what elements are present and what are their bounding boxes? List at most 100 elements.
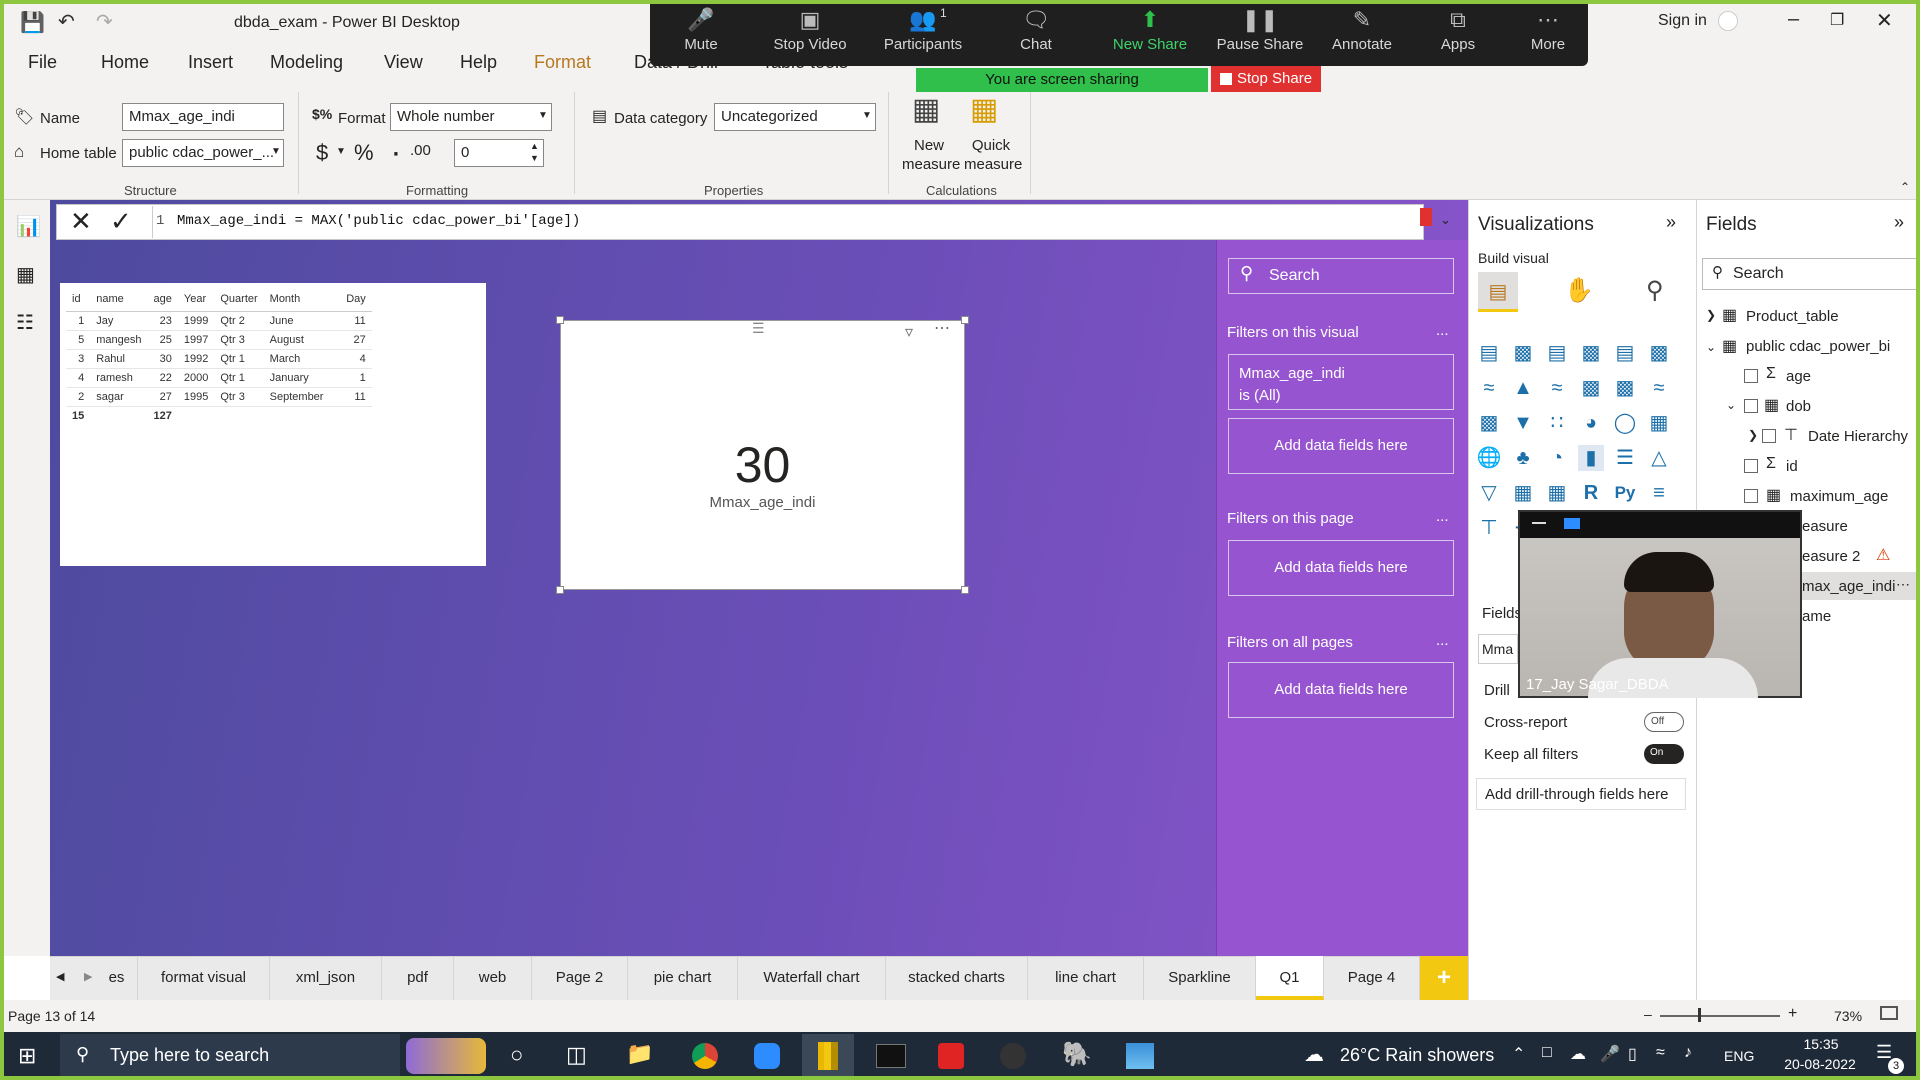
dob-checkbox[interactable]: [1744, 399, 1758, 413]
quick-measure-icon[interactable]: ▦: [970, 92, 998, 127]
zoom-in-button[interactable]: +: [1788, 1005, 1797, 1023]
file-explorer-icon[interactable]: 📁: [626, 1041, 653, 1067]
decomposition-tree-icon[interactable]: ⊤: [1476, 515, 1502, 541]
menu-home[interactable]: Home: [101, 52, 149, 73]
resize-handle[interactable]: [556, 316, 564, 324]
participants-button[interactable]: 👥 Participants: [873, 0, 973, 66]
webcam-window[interactable]: 17_Jay Sagar_DBDA: [1518, 510, 1802, 698]
column-header[interactable]: Year: [177, 289, 215, 312]
pause-share-button[interactable]: ❚❚ Pause Share: [1210, 0, 1310, 66]
maximum-age-checkbox[interactable]: [1744, 489, 1758, 503]
ribbon-line-icon[interactable]: ≈: [1646, 375, 1672, 401]
apps-button[interactable]: ⧉ Apps: [1408, 0, 1508, 66]
chrome-icon[interactable]: [692, 1043, 718, 1069]
tab-format-visual[interactable]: format visual: [138, 956, 270, 1000]
more-button[interactable]: ⋯ More: [1498, 0, 1598, 66]
line-chart-icon[interactable]: ≈: [1476, 375, 1502, 401]
field-age[interactable]: age: [1786, 368, 1811, 385]
minimize-icon[interactable]: –: [1788, 8, 1799, 31]
app-icon[interactable]: [1000, 1043, 1026, 1069]
percent-button[interactable]: %: [354, 140, 374, 166]
battery-icon[interactable]: ▯: [1628, 1044, 1637, 1064]
resize-handle[interactable]: [961, 586, 969, 594]
add-visual-filter-dropzone[interactable]: Add data fields here: [1228, 418, 1454, 474]
add-page-filter-dropzone[interactable]: Add data fields here: [1228, 540, 1454, 596]
line-column-icon[interactable]: ▩: [1578, 375, 1604, 401]
zoom-out-button[interactable]: –: [1644, 1006, 1652, 1022]
new-measure-button[interactable]: New measure: [902, 136, 960, 174]
sign-in-link[interactable]: Sign in: [1658, 12, 1707, 30]
resize-handle[interactable]: [556, 586, 564, 594]
matrix-icon[interactable]: ▦: [1544, 480, 1570, 506]
tab-stacked-charts[interactable]: stacked charts: [886, 956, 1028, 1000]
tab-page-2[interactable]: Page 2: [532, 956, 628, 1000]
keep-all-filters-toggle[interactable]: On: [1644, 744, 1684, 764]
gauge-icon[interactable]: ◔: [1544, 445, 1570, 471]
column-header[interactable]: Quarter: [214, 289, 264, 312]
tab-q1[interactable]: Q1: [1256, 956, 1324, 1000]
id-checkbox[interactable]: [1744, 459, 1758, 473]
chevron-down-icon[interactable]: ⌄: [1726, 398, 1736, 412]
100-column-icon[interactable]: ▩: [1646, 340, 1672, 366]
column-header[interactable]: age: [147, 289, 178, 312]
column-header[interactable]: Day: [340, 289, 372, 312]
video-tile-icon[interactable]: [1564, 518, 1580, 529]
field-date-hierarchy[interactable]: Date Hierarchy: [1808, 428, 1908, 445]
postgres-icon[interactable]: 🐘: [1062, 1040, 1092, 1069]
cortana-icon[interactable]: ○: [510, 1042, 523, 1068]
field-table-cdac[interactable]: public cdac_power_bi: [1746, 338, 1890, 355]
model-view-icon[interactable]: ☷: [16, 310, 34, 335]
menu-format[interactable]: Format: [534, 52, 591, 73]
zoom-slider[interactable]: [1660, 1015, 1780, 1017]
pie-icon[interactable]: ◕: [1578, 410, 1604, 436]
chat-button[interactable]: 🗨 Chat: [986, 0, 1086, 66]
menu-help[interactable]: Help: [460, 52, 497, 73]
close-icon[interactable]: ✕: [1876, 8, 1893, 33]
column-header[interactable]: name: [90, 289, 148, 312]
date-hierarchy-checkbox[interactable]: [1762, 429, 1776, 443]
donut-icon[interactable]: ◯: [1612, 410, 1638, 436]
zoom-app-icon[interactable]: [754, 1043, 780, 1069]
field-id[interactable]: id: [1786, 458, 1798, 475]
scatter-icon[interactable]: ∷: [1544, 410, 1570, 436]
analytics-tab-icon[interactable]: ⚲: [1646, 276, 1664, 305]
card-icon[interactable]: ▮: [1578, 445, 1604, 471]
name-input[interactable]: Mmax_age_indi: [122, 103, 284, 131]
funnel-icon[interactable]: ▼: [1510, 410, 1536, 436]
filter-card[interactable]: Mmax_age_indi is (All): [1228, 354, 1454, 410]
clock-time[interactable]: 15:35: [1786, 1036, 1856, 1052]
stacked-column-icon[interactable]: ▩: [1510, 340, 1536, 366]
ribbon-chart-icon[interactable]: ▩: [1612, 375, 1638, 401]
acrobat-icon[interactable]: [938, 1043, 964, 1069]
chevron-right-icon[interactable]: ❯: [1748, 428, 1758, 442]
cancel-formula-icon[interactable]: ✕: [70, 206, 92, 237]
build-visual-tab-icon[interactable]: ▤: [1478, 272, 1518, 312]
network-icon[interactable]: □: [1542, 1044, 1552, 1062]
more-options-icon[interactable]: ⋯: [1896, 576, 1910, 593]
undo-icon[interactable]: ↶: [58, 9, 75, 34]
stacked-bar-icon[interactable]: ▤: [1476, 340, 1502, 366]
stepper-arrows[interactable]: ▲ ▼: [530, 140, 539, 164]
onedrive-icon[interactable]: ☁: [1570, 1044, 1586, 1064]
data-view-icon[interactable]: ▦: [16, 262, 35, 287]
tab-line-chart[interactable]: line chart: [1028, 956, 1144, 1000]
comma-button[interactable]: ٠: [390, 140, 402, 166]
report-view-icon[interactable]: 📊: [16, 214, 41, 239]
add-all-filter-dropzone[interactable]: Add data fields here: [1228, 662, 1454, 718]
multirow-card-icon[interactable]: ☰: [1612, 445, 1638, 471]
minimize-icon[interactable]: [1532, 522, 1546, 524]
table-visual[interactable]: id name age Year Quarter Month Day 1 Jay 2…: [60, 283, 486, 566]
fit-to-page-icon[interactable]: [1880, 1006, 1898, 1020]
tab-waterfall-chart[interactable]: Waterfall chart: [738, 956, 886, 1000]
resize-handle[interactable]: [961, 316, 969, 324]
currency-button[interactable]: $: [316, 140, 328, 166]
map-icon[interactable]: 🌐: [1476, 445, 1502, 471]
kpi-icon[interactable]: △: [1646, 445, 1672, 471]
redo-icon[interactable]: ↷: [96, 9, 113, 34]
prev-page-icon[interactable]: ◀: [56, 970, 64, 983]
expand-formula-icon[interactable]: ⌄: [1440, 212, 1451, 228]
menu-insert[interactable]: Insert: [188, 52, 233, 73]
annotate-button[interactable]: ✎ Annotate: [1312, 0, 1412, 66]
menu-file[interactable]: File: [28, 52, 57, 73]
age-checkbox[interactable]: [1744, 369, 1758, 383]
